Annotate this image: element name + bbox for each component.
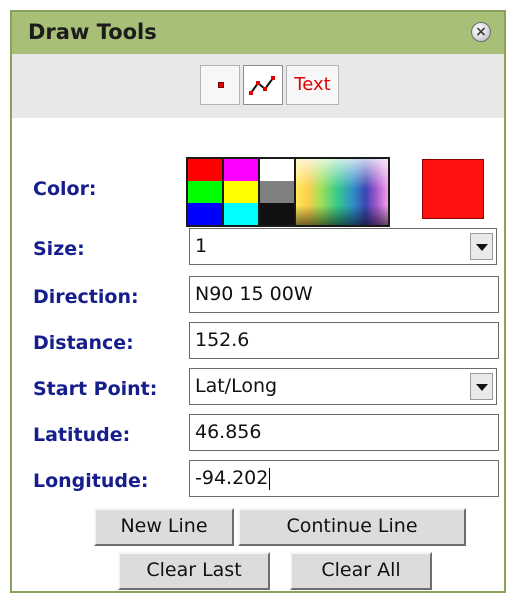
text-tool-button[interactable]: Text [286, 65, 339, 105]
new-line-button[interactable]: New Line [94, 508, 234, 546]
color-swatch[interactable] [188, 203, 222, 225]
latitude-input[interactable]: 46.856 [189, 414, 499, 451]
point-icon [218, 82, 224, 88]
color-swatch[interactable] [224, 203, 258, 225]
color-swatch[interactable] [188, 159, 222, 181]
color-palette[interactable] [186, 157, 390, 227]
latitude-label: Latitude: [33, 424, 131, 446]
close-icon[interactable]: × [471, 22, 491, 42]
draw-tools-panel: Draw Tools × Text Color: Size: 1 Directi… [10, 10, 506, 593]
color-label: Color: [33, 178, 97, 200]
polyline-icon [249, 76, 275, 95]
distance-label: Distance: [33, 332, 134, 354]
selected-color-swatch [422, 159, 484, 219]
clear-last-button[interactable]: Clear Last [118, 552, 270, 590]
size-select[interactable]: 1 [189, 228, 497, 265]
continue-line-button[interactable]: Continue Line [238, 508, 466, 546]
start-point-label: Start Point: [33, 378, 158, 400]
color-swatch[interactable] [224, 159, 258, 181]
latitude-value: 46.856 [195, 421, 262, 443]
start-point-select[interactable]: Lat/Long [189, 368, 497, 405]
direction-input[interactable]: N90 15 00W [189, 276, 499, 313]
draw-toolbar: Text [12, 54, 504, 118]
size-value: 1 [195, 235, 208, 257]
clear-all-button[interactable]: Clear All [290, 552, 432, 590]
color-swatch[interactable] [260, 203, 294, 225]
distance-input[interactable]: 152.6 [189, 322, 499, 359]
direction-label: Direction: [33, 286, 139, 308]
longitude-label: Longitude: [33, 470, 149, 492]
chevron-down-icon[interactable] [470, 233, 493, 260]
color-swatch[interactable] [224, 181, 258, 203]
color-swatch[interactable] [188, 181, 222, 203]
start-point-value: Lat/Long [195, 375, 278, 397]
color-swatch[interactable] [260, 181, 294, 203]
text-cursor [269, 467, 271, 490]
color-swatch[interactable] [260, 159, 294, 181]
size-label: Size: [33, 238, 85, 260]
distance-value: 152.6 [195, 329, 250, 351]
chevron-down-icon[interactable] [470, 373, 493, 400]
color-spectrum[interactable] [296, 159, 388, 225]
direction-value: N90 15 00W [195, 283, 313, 305]
panel-titlebar: Draw Tools × [12, 12, 504, 54]
longitude-value: -94.202 [195, 467, 269, 489]
point-tool-button[interactable] [200, 65, 240, 105]
panel-title: Draw Tools [28, 20, 157, 44]
polyline-tool-button[interactable] [243, 65, 283, 105]
longitude-input[interactable]: -94.202 [189, 460, 499, 497]
